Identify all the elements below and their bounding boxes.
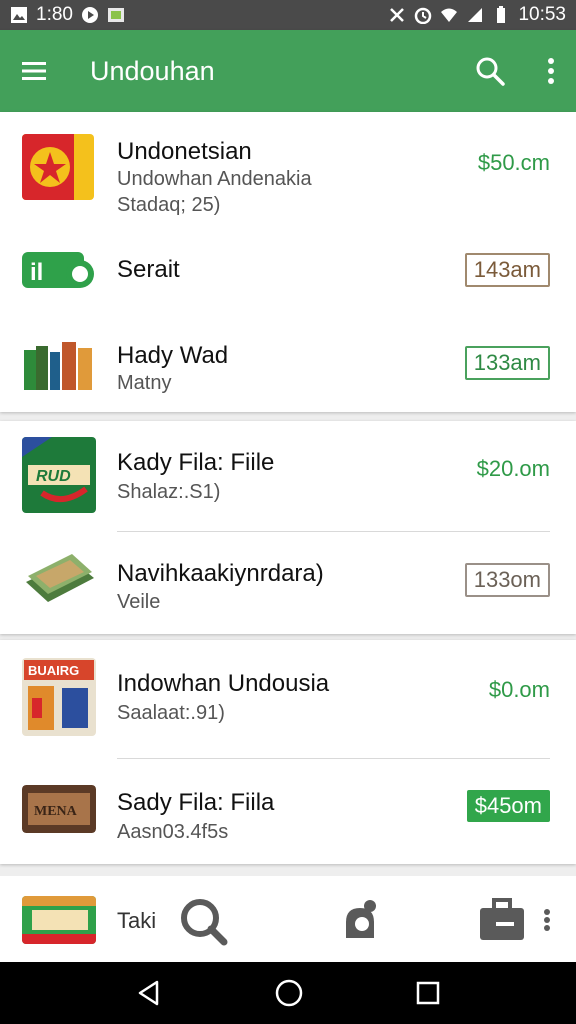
- list-card: BUAIRG Indowhan Undousia Saalaat:.91) $0…: [0, 640, 576, 864]
- overflow-menu-icon[interactable]: [542, 908, 552, 932]
- item-price: 133am: [464, 346, 550, 380]
- item-subtitle-2: Stadaq; 25): [117, 194, 221, 216]
- search-icon[interactable]: [474, 55, 506, 87]
- signal-icon: [468, 8, 483, 22]
- list-item[interactable]: Undonetsian Undowhan Andenakia Stadaq; 2…: [0, 112, 576, 222]
- list-card: Undonetsian Undowhan Andenakia Stadaq; 2…: [0, 112, 576, 412]
- list-item[interactable]: MENA Sady Fila: Fiila Aasn03.4f5s $45om: [0, 759, 576, 863]
- item-price: 133om: [464, 563, 550, 597]
- list-item[interactable]: il Serait 143am: [0, 230, 576, 310]
- app-title: Undouhan: [90, 55, 215, 86]
- system-nav-bar: [0, 962, 576, 1024]
- flag-thumb-icon: [22, 134, 94, 200]
- play-icon: [81, 7, 98, 23]
- app-bar: Undouhan: [0, 30, 576, 112]
- item-title: Kady Fila: Fiile: [117, 449, 275, 476]
- rudi-thumb-icon: RUD: [22, 437, 96, 513]
- list-item[interactable]: Hady Wad Matny 133am: [0, 320, 576, 410]
- search-icon[interactable]: [178, 896, 228, 946]
- poster-thumb-icon: BUAIRG: [22, 658, 96, 736]
- overflow-menu-icon[interactable]: [546, 57, 556, 85]
- item-subtitle: Veile: [117, 591, 161, 613]
- back-icon[interactable]: [135, 979, 163, 1007]
- alarm-icon: [415, 7, 432, 24]
- list-card: RUD Kady Fila: Fiile Shalaz:.S1) $20.om …: [0, 421, 576, 634]
- item-title: Navihkaakiynrdara): [117, 560, 324, 587]
- bottom-bar: Taki: [0, 876, 576, 962]
- item-price: $45om: [466, 790, 550, 822]
- image-icon: [107, 8, 124, 22]
- item-price: $20.om: [476, 456, 550, 481]
- svg-text:il: il: [30, 259, 43, 286]
- item-subtitle: Aasn03.4f5s: [117, 821, 229, 843]
- bottom-item-label: Taki: [117, 908, 157, 933]
- menu-icon[interactable]: [20, 59, 48, 83]
- svg-text:MENA: MENA: [34, 804, 78, 819]
- item-price: $0.om: [488, 677, 550, 702]
- item-title: Indowhan Undousia: [117, 670, 330, 697]
- list-item[interactable]: BUAIRG Indowhan Undousia Saalaat:.91) $0…: [0, 640, 576, 758]
- list-item[interactable]: RUD Kady Fila: Fiile Shalaz:.S1) $20.om: [0, 421, 576, 531]
- item-price: $50.cm: [477, 150, 550, 175]
- briefcase-icon[interactable]: [478, 896, 526, 944]
- item-title: Serait: [117, 256, 180, 283]
- svg-text:BUAIRG: BUAIRG: [28, 663, 79, 678]
- gallery-icon: [11, 7, 27, 23]
- svg-text:RUD: RUD: [36, 468, 71, 485]
- item-subtitle: Saalaat:.91): [117, 702, 225, 724]
- item-subtitle: Matny: [117, 372, 172, 394]
- list-item[interactable]: Navihkaakiynrdara) Veile 133om: [0, 532, 576, 632]
- home-icon[interactable]: [274, 978, 304, 1008]
- refresh-icon[interactable]: [340, 898, 380, 944]
- status-bar: 1:80 10:53: [0, 0, 576, 30]
- item-title: Undonetsian: [117, 138, 252, 165]
- box-thumb-icon: MENA: [22, 785, 96, 833]
- ilo-logo-icon: il: [22, 248, 96, 292]
- status-time-left: 1:80: [36, 4, 73, 25]
- recents-icon[interactable]: [415, 980, 441, 1006]
- item-subtitle: Undowhan Andenakia: [117, 168, 312, 190]
- bottom-thumb-icon: [22, 896, 96, 944]
- status-time-right: 10:53: [518, 4, 566, 25]
- item-price: 143am: [464, 253, 550, 287]
- books-thumb-icon: [22, 340, 96, 392]
- wifi-icon: [441, 8, 458, 22]
- banknotes-thumb-icon: [22, 548, 96, 610]
- item-title: Sady Fila: Fiila: [117, 789, 275, 816]
- item-title: Hady Wad: [117, 342, 229, 369]
- battery-icon: [497, 6, 506, 23]
- item-subtitle: Shalaz:.S1): [117, 481, 221, 503]
- nfc-icon: [390, 8, 405, 22]
